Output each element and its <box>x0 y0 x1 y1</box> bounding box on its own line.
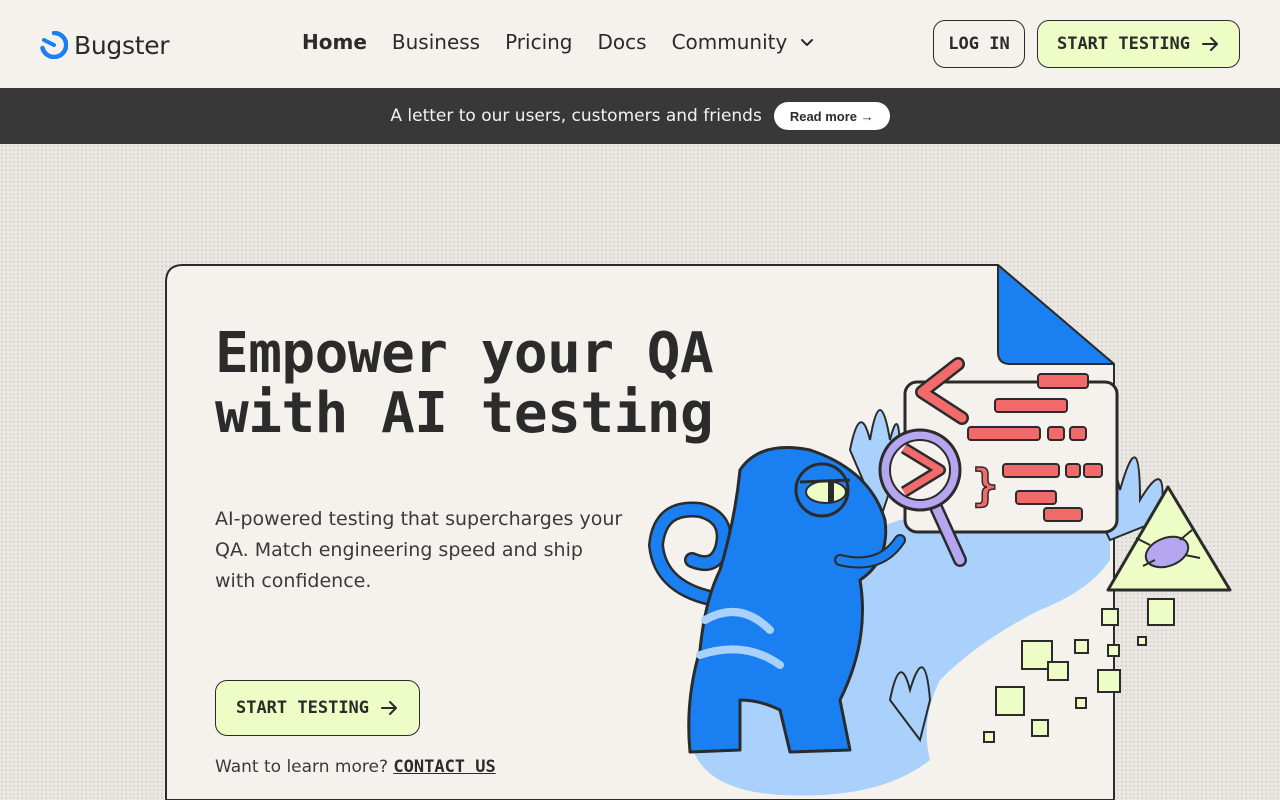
hero-title-line2: with AI testing <box>215 381 714 446</box>
contact-us-link[interactable]: CONTACT US <box>393 757 495 777</box>
hero-title-line1: Empower your QA <box>215 321 714 386</box>
chameleon-illustration: } <box>647 357 1232 796</box>
hero-start-testing-label: START TESTING <box>235 698 370 718</box>
arrow-right-icon <box>381 701 398 715</box>
hero-start-testing-button[interactable]: START TESTING <box>215 680 420 736</box>
learn-more-text: Want to learn more? <box>215 757 388 777</box>
hero-subtitle: AI-powered testing that supercharges you… <box>215 508 623 592</box>
curly-brace-icon: } <box>972 460 999 511</box>
learn-more: Want to learn more? CONTACT US <box>215 757 496 777</box>
